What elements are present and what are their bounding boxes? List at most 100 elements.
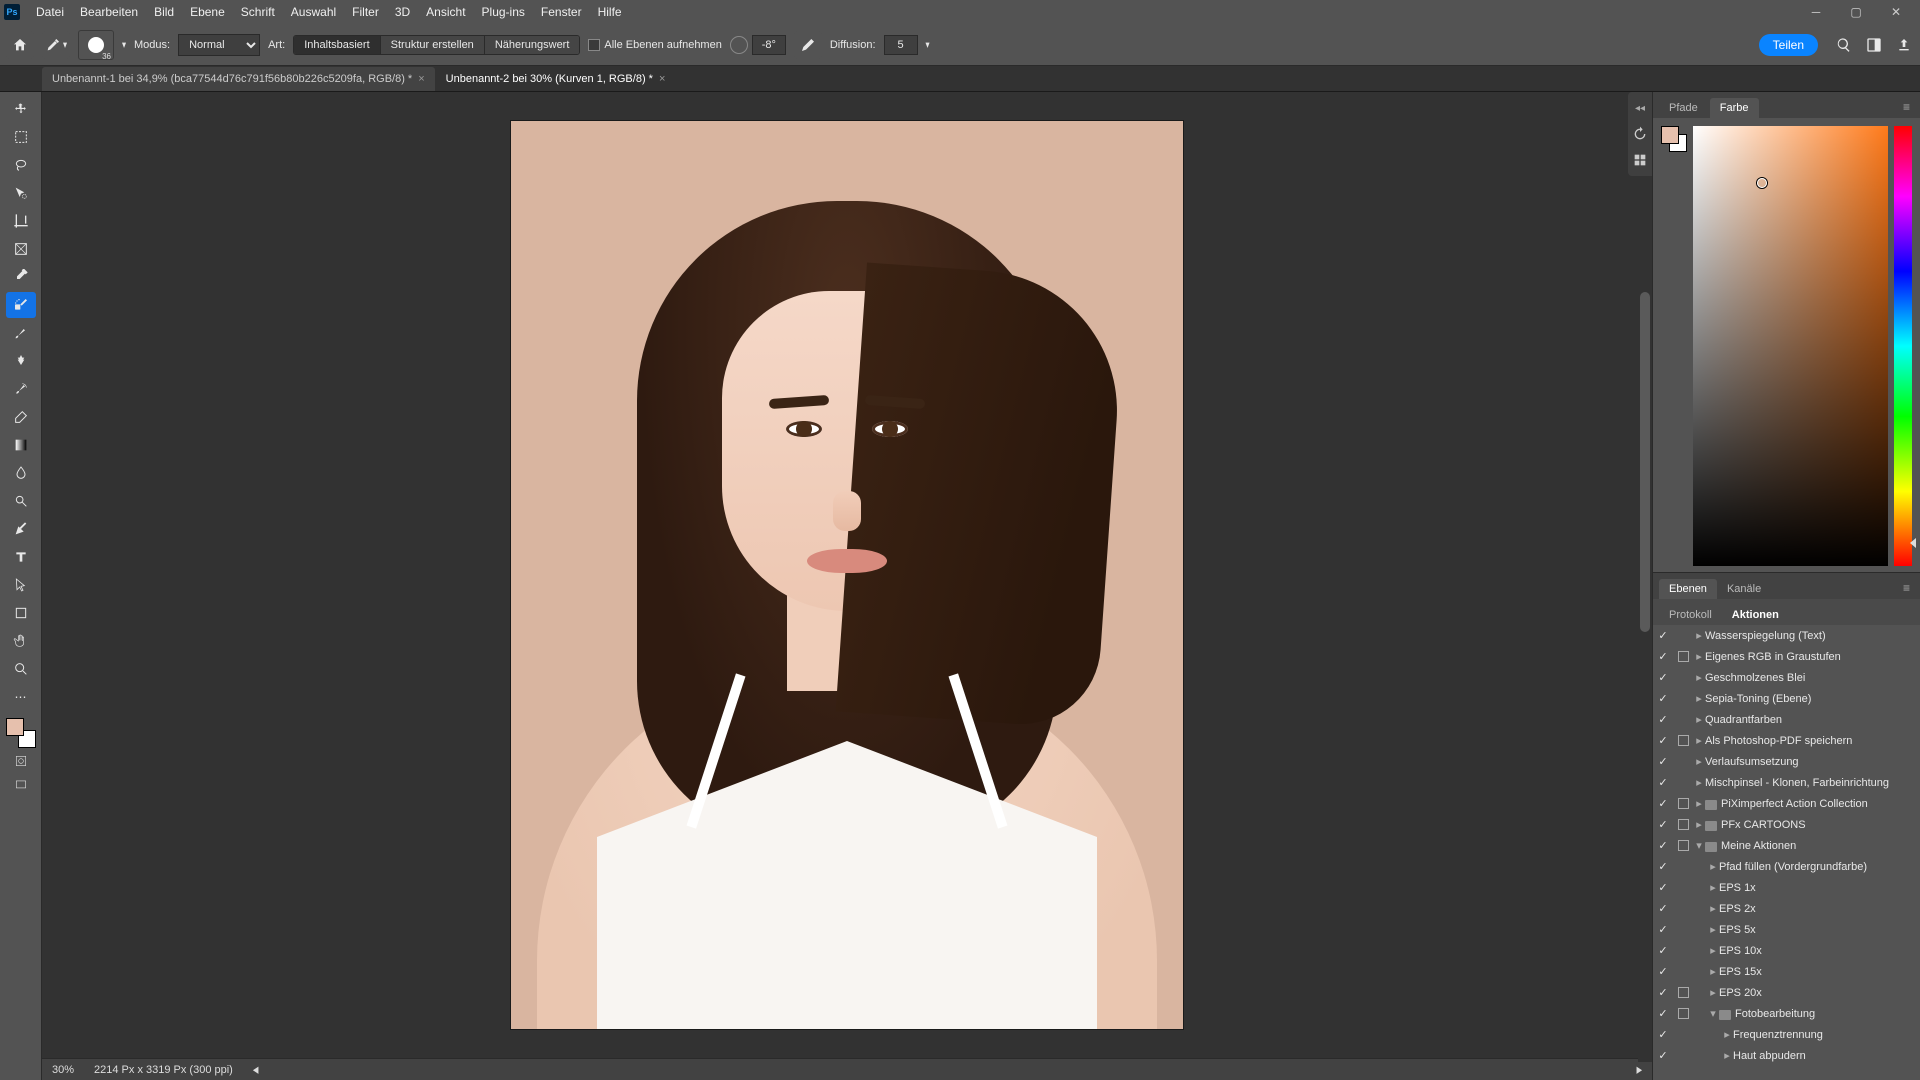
twisty-icon[interactable]: ▸ bbox=[1721, 1028, 1733, 1041]
history-panel-icon[interactable] bbox=[1630, 124, 1650, 144]
healing-brush-tool[interactable] bbox=[6, 292, 36, 318]
twisty-icon[interactable]: ▸ bbox=[1693, 776, 1705, 789]
diffusion-value[interactable]: 5 bbox=[884, 35, 918, 55]
menu-hilfe[interactable]: Hilfe bbox=[590, 0, 630, 24]
eraser-tool[interactable] bbox=[6, 404, 36, 430]
menu-bearbeiten[interactable]: Bearbeiten bbox=[72, 0, 146, 24]
action-row[interactable]: ✓▸Wasserspiegelung (Text) bbox=[1653, 625, 1920, 646]
action-dialog-toggle[interactable] bbox=[1673, 735, 1693, 746]
action-row[interactable]: ✓▸EPS 15x bbox=[1653, 961, 1920, 982]
gradient-tool[interactable] bbox=[6, 432, 36, 458]
action-row[interactable]: ✓▸Quadrantfarben bbox=[1653, 709, 1920, 730]
action-row[interactable]: ✓▸EPS 10x bbox=[1653, 940, 1920, 961]
action-visibility-toggle[interactable]: ✓ bbox=[1653, 944, 1673, 957]
menu-fenster[interactable]: Fenster bbox=[533, 0, 590, 24]
action-row[interactable]: ✓▾Fotobearbeitung bbox=[1653, 1003, 1920, 1024]
twisty-icon[interactable]: ▸ bbox=[1693, 734, 1705, 747]
menu-datei[interactable]: Datei bbox=[28, 0, 72, 24]
twisty-icon[interactable]: ▸ bbox=[1707, 881, 1719, 894]
twisty-icon[interactable]: ▸ bbox=[1693, 692, 1705, 705]
menu-3d[interactable]: 3D bbox=[387, 0, 418, 24]
hue-slider-handle[interactable] bbox=[1910, 538, 1916, 548]
status-arrow-left-icon[interactable]: ◂ bbox=[253, 1061, 259, 1078]
screen-mode-toggle[interactable] bbox=[6, 774, 36, 796]
sample-all-layers-checkbox[interactable]: Alle Ebenen aufnehmen bbox=[588, 39, 721, 51]
lasso-tool[interactable] bbox=[6, 152, 36, 178]
subtab-aktionen[interactable]: Aktionen bbox=[1722, 605, 1789, 625]
collapse-panels-icon[interactable]: ◂◂ bbox=[1630, 98, 1650, 118]
action-row[interactable]: ✓▸PiXimperfect Action Collection bbox=[1653, 793, 1920, 814]
action-row[interactable]: ✓▸Pfad füllen (Vordergrundfarbe) bbox=[1653, 856, 1920, 877]
menu-filter[interactable]: Filter bbox=[344, 0, 387, 24]
twisty-icon[interactable]: ▾ bbox=[1693, 839, 1705, 852]
action-row[interactable]: ✓▸Frequenztrennung bbox=[1653, 1024, 1920, 1045]
action-row[interactable]: ✓▸Eigenes RGB in Graustufen bbox=[1653, 646, 1920, 667]
marquee-tool[interactable] bbox=[6, 124, 36, 150]
twisty-icon[interactable]: ▸ bbox=[1707, 944, 1719, 957]
share-button[interactable]: Teilen bbox=[1759, 34, 1818, 56]
close-tab-icon[interactable]: × bbox=[659, 73, 665, 85]
subtab-protokoll[interactable]: Protokoll bbox=[1659, 605, 1722, 625]
action-row[interactable]: ✓▸Haut abpudern bbox=[1653, 1045, 1920, 1066]
action-visibility-toggle[interactable]: ✓ bbox=[1653, 902, 1673, 915]
dodge-tool[interactable] bbox=[6, 488, 36, 514]
twisty-icon[interactable]: ▸ bbox=[1693, 797, 1705, 810]
blend-mode-select[interactable]: Normal bbox=[178, 34, 260, 56]
brush-angle-control[interactable]: -8° bbox=[730, 35, 786, 55]
twisty-icon[interactable]: ▸ bbox=[1707, 923, 1719, 936]
twisty-icon[interactable]: ▸ bbox=[1693, 713, 1705, 726]
action-visibility-toggle[interactable]: ✓ bbox=[1653, 692, 1673, 705]
twisty-icon[interactable]: ▸ bbox=[1693, 629, 1705, 642]
path-selection-tool[interactable] bbox=[6, 572, 36, 598]
workspace-switcher-icon[interactable] bbox=[1864, 35, 1884, 55]
twisty-icon[interactable]: ▸ bbox=[1707, 965, 1719, 978]
tool-preset-picker[interactable]: ▾ bbox=[42, 31, 70, 59]
type-tool[interactable] bbox=[6, 544, 36, 570]
action-row[interactable]: ✓▸Mischpinsel - Klonen, Farbeinrichtung bbox=[1653, 772, 1920, 793]
tab-pfade[interactable]: Pfade bbox=[1659, 98, 1708, 118]
home-button[interactable] bbox=[6, 31, 34, 59]
brush-tool[interactable] bbox=[6, 320, 36, 346]
twisty-icon[interactable]: ▸ bbox=[1693, 818, 1705, 831]
crop-tool[interactable] bbox=[6, 208, 36, 234]
action-dialog-toggle[interactable] bbox=[1673, 798, 1693, 809]
document-tab-1[interactable]: Unbenannt-2 bei 30% (Kurven 1, RGB/8) *× bbox=[436, 67, 676, 91]
action-visibility-toggle[interactable]: ✓ bbox=[1653, 1007, 1673, 1020]
action-row[interactable]: ✓▸EPS 2x bbox=[1653, 898, 1920, 919]
canvas-viewport[interactable] bbox=[42, 92, 1652, 1058]
action-row[interactable]: ✓▸EPS 1x bbox=[1653, 877, 1920, 898]
window-restore-button[interactable]: ▢ bbox=[1836, 0, 1876, 24]
zoom-level[interactable]: 30% bbox=[52, 1064, 74, 1076]
history-brush-tool[interactable] bbox=[6, 376, 36, 402]
window-minimize-button[interactable]: ─ bbox=[1796, 0, 1836, 24]
menu-ebene[interactable]: Ebene bbox=[182, 0, 233, 24]
zoom-tool[interactable] bbox=[6, 656, 36, 682]
pressure-size-toggle[interactable] bbox=[794, 31, 822, 59]
action-visibility-toggle[interactable]: ✓ bbox=[1653, 965, 1673, 978]
tab-farbe[interactable]: Farbe bbox=[1710, 98, 1759, 118]
tab-kanaele[interactable]: Kanäle bbox=[1717, 579, 1771, 599]
action-row[interactable]: ✓▸Sepia-Toning (Ebene) bbox=[1653, 688, 1920, 709]
action-row[interactable]: ✓▸Verlaufsumsetzung bbox=[1653, 751, 1920, 772]
menu-schrift[interactable]: Schrift bbox=[233, 0, 283, 24]
move-tool[interactable] bbox=[6, 96, 36, 122]
properties-panel-icon[interactable] bbox=[1630, 150, 1650, 170]
menu-bild[interactable]: Bild bbox=[146, 0, 182, 24]
eyedropper-tool[interactable] bbox=[6, 264, 36, 290]
action-visibility-toggle[interactable]: ✓ bbox=[1653, 671, 1673, 684]
menu-ansicht[interactable]: Ansicht bbox=[418, 0, 473, 24]
quick-mask-toggle[interactable] bbox=[6, 750, 36, 772]
pen-tool[interactable] bbox=[6, 516, 36, 542]
action-row[interactable]: ✓▸EPS 5x bbox=[1653, 919, 1920, 940]
action-dialog-toggle[interactable] bbox=[1673, 819, 1693, 830]
actions-list[interactable]: ✓▸Wasserspiegelung (Text)✓▸Eigenes RGB i… bbox=[1653, 625, 1920, 1080]
menu-plug-ins[interactable]: Plug-ins bbox=[474, 0, 533, 24]
window-close-button[interactable]: ✕ bbox=[1876, 0, 1916, 24]
action-visibility-toggle[interactable]: ✓ bbox=[1653, 839, 1673, 852]
healing-type-1[interactable]: Struktur erstellen bbox=[381, 36, 485, 54]
tab-ebenen[interactable]: Ebenen bbox=[1659, 579, 1717, 599]
clone-stamp-tool[interactable] bbox=[6, 348, 36, 374]
search-icon[interactable] bbox=[1834, 35, 1854, 55]
twisty-icon[interactable]: ▸ bbox=[1721, 1049, 1733, 1062]
action-visibility-toggle[interactable]: ✓ bbox=[1653, 860, 1673, 873]
